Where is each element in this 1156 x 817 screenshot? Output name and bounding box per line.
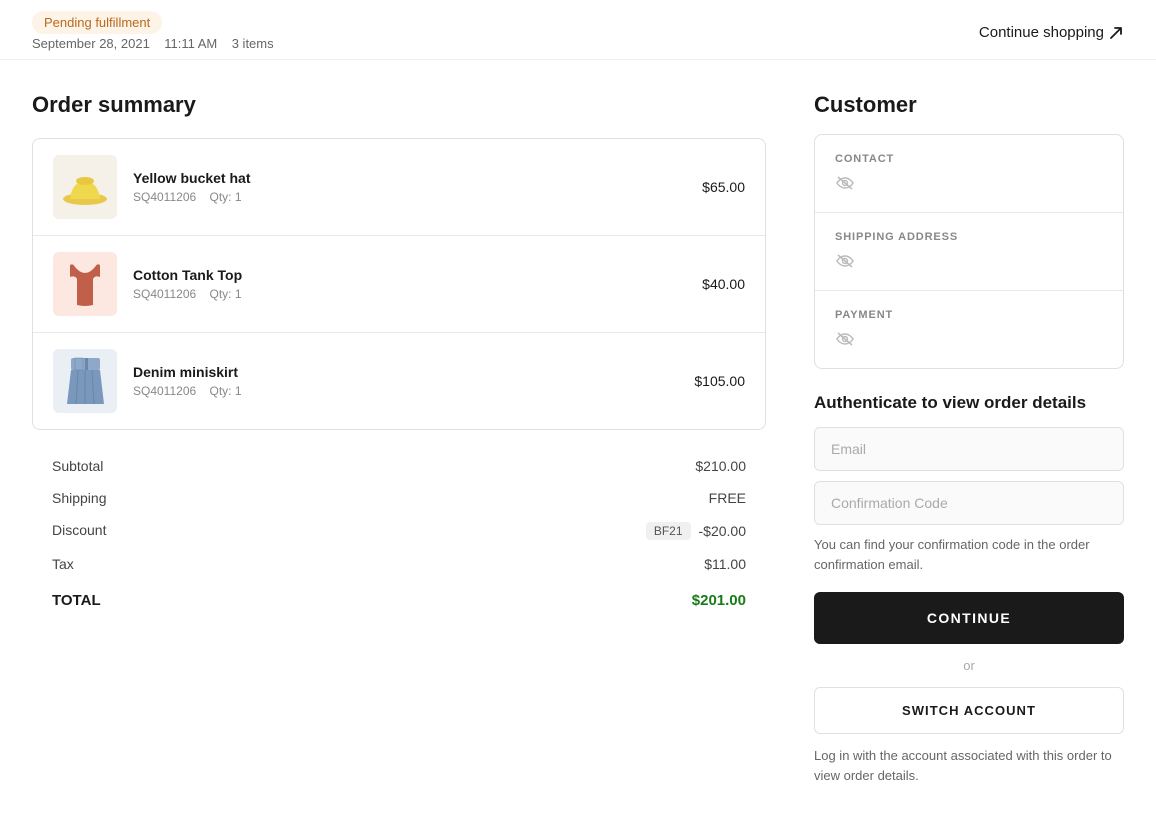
top-bar-meta: September 28, 2021 11:11 AM 3 items bbox=[32, 36, 274, 51]
customer-title: Customer bbox=[814, 92, 1124, 118]
order-item: Denim miniskirt SQ4011206 Qty: 1 $105.00 bbox=[33, 333, 765, 429]
shipping-address-label: SHIPPING ADDRESS bbox=[835, 231, 1103, 243]
subtotal-value: $210.00 bbox=[695, 458, 746, 474]
switch-hint: Log in with the account associated with … bbox=[814, 746, 1124, 785]
item-name-skirt: Denim miniskirt bbox=[133, 364, 694, 380]
hat-illustration bbox=[60, 167, 110, 207]
discount-badge: BF21 bbox=[646, 522, 691, 540]
item-image-tank bbox=[53, 252, 117, 316]
order-date: September 28, 2021 bbox=[32, 36, 150, 51]
item-price-tank: $40.00 bbox=[702, 276, 745, 292]
order-items-count: 3 items bbox=[232, 36, 274, 51]
order-time: 11:11 AM bbox=[164, 36, 217, 51]
customer-info-box: CONTACT SHIPPING ADDRESS bbox=[814, 134, 1124, 369]
total-label: TOTAL bbox=[52, 592, 101, 609]
item-meta-skirt: SQ4011206 Qty: 1 bbox=[133, 384, 694, 398]
item-price-skirt: $105.00 bbox=[694, 373, 745, 389]
shipping-eye-icon bbox=[835, 256, 855, 272]
skirt-illustration bbox=[63, 356, 108, 406]
external-link-icon bbox=[1108, 25, 1124, 41]
discount-row-right: BF21 -$20.00 bbox=[646, 522, 746, 540]
right-column: Customer CONTACT SHIPPING ADDRESS bbox=[814, 92, 1124, 785]
subtotal-label: Subtotal bbox=[52, 458, 103, 474]
auth-title: Authenticate to view order details bbox=[814, 393, 1124, 413]
contact-label: CONTACT bbox=[835, 153, 1103, 165]
total-value: $201.00 bbox=[692, 592, 746, 609]
continue-shopping-link[interactable]: Continue shopping bbox=[979, 24, 1124, 41]
top-bar-left: Pending fulfillment September 28, 2021 1… bbox=[32, 14, 274, 51]
continue-button[interactable]: CONTINUE bbox=[814, 592, 1124, 644]
shipping-section: SHIPPING ADDRESS bbox=[815, 213, 1123, 291]
tax-row: Tax $11.00 bbox=[52, 548, 746, 580]
totals-section: Subtotal $210.00 Shipping FREE Discount … bbox=[32, 430, 766, 617]
discount-label: Discount bbox=[52, 522, 106, 540]
item-name-hat: Yellow bucket hat bbox=[133, 170, 702, 186]
shipping-label: Shipping bbox=[52, 490, 107, 506]
tax-value: $11.00 bbox=[704, 556, 746, 572]
item-image-skirt bbox=[53, 349, 117, 413]
item-meta-tank: SQ4011206 Qty: 1 bbox=[133, 287, 702, 301]
payment-section: PAYMENT bbox=[815, 291, 1123, 368]
main-layout: Order summary Yellow bucket hat SQ401120… bbox=[0, 60, 1156, 817]
contact-section: CONTACT bbox=[815, 135, 1123, 213]
item-name-tank: Cotton Tank Top bbox=[133, 267, 702, 283]
order-items-box: Yellow bucket hat SQ4011206 Qty: 1 $65.0… bbox=[32, 138, 766, 430]
total-row: TOTAL $201.00 bbox=[52, 580, 746, 617]
item-price-hat: $65.00 bbox=[702, 179, 745, 195]
payment-eye-icon bbox=[835, 334, 855, 350]
item-meta-hat: SQ4011206 Qty: 1 bbox=[133, 190, 702, 204]
item-info-skirt: Denim miniskirt SQ4011206 Qty: 1 bbox=[133, 364, 694, 398]
order-item: Yellow bucket hat SQ4011206 Qty: 1 $65.0… bbox=[33, 139, 765, 236]
tank-illustration bbox=[65, 259, 105, 309]
auth-hint: You can find your confirmation code in t… bbox=[814, 535, 1124, 574]
shipping-value: FREE bbox=[709, 490, 746, 506]
item-info-hat: Yellow bucket hat SQ4011206 Qty: 1 bbox=[133, 170, 702, 204]
top-bar: Pending fulfillment September 28, 2021 1… bbox=[0, 0, 1156, 60]
continue-shopping-label: Continue shopping bbox=[979, 24, 1104, 41]
order-summary-title: Order summary bbox=[32, 92, 766, 118]
discount-value: -$20.00 bbox=[699, 523, 746, 539]
left-column: Order summary Yellow bucket hat SQ401120… bbox=[32, 92, 766, 785]
switch-account-button[interactable]: SWITCH ACCOUNT bbox=[814, 687, 1124, 734]
auth-section: Authenticate to view order details You c… bbox=[814, 393, 1124, 785]
payment-label: PAYMENT bbox=[835, 309, 1103, 321]
pending-badge: Pending fulfillment bbox=[32, 11, 162, 34]
discount-row: Discount BF21 -$20.00 bbox=[52, 514, 746, 548]
email-input[interactable] bbox=[814, 427, 1124, 471]
subtotal-row: Subtotal $210.00 bbox=[52, 450, 746, 482]
item-info-tank: Cotton Tank Top SQ4011206 Qty: 1 bbox=[133, 267, 702, 301]
shipping-row: Shipping FREE bbox=[52, 482, 746, 514]
tax-label: Tax bbox=[52, 556, 74, 572]
confirmation-code-input[interactable] bbox=[814, 481, 1124, 525]
item-image-hat bbox=[53, 155, 117, 219]
order-item: Cotton Tank Top SQ4011206 Qty: 1 $40.00 bbox=[33, 236, 765, 333]
or-divider: or bbox=[814, 658, 1124, 673]
contact-eye-icon bbox=[835, 178, 855, 194]
